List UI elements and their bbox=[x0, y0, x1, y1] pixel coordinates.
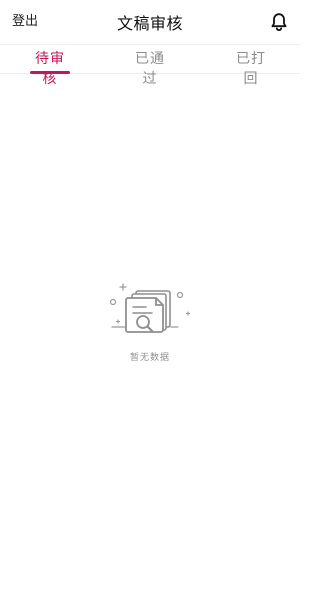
app-root: 登出 文稿审核 待审核 已通过 已打回 暂无数据 bbox=[0, 0, 300, 600]
review-tabs: 待审核 已通过 已打回 bbox=[0, 44, 300, 87]
logout-button[interactable]: 登出 bbox=[12, 13, 38, 31]
bell-icon[interactable] bbox=[270, 12, 288, 32]
empty-state-text: 暂无数据 bbox=[129, 353, 170, 363]
page-title: 文稿审核 bbox=[116, 14, 183, 33]
tab-pending-review[interactable]: 待审核 bbox=[30, 49, 70, 89]
top-bar: 登出 文稿审核 bbox=[0, 0, 300, 44]
tab-rejected[interactable]: 已打回 bbox=[231, 49, 271, 89]
tab-approved[interactable]: 已通过 bbox=[130, 49, 170, 89]
active-tab-indicator bbox=[30, 71, 70, 74]
document-search-icon bbox=[109, 283, 191, 333]
